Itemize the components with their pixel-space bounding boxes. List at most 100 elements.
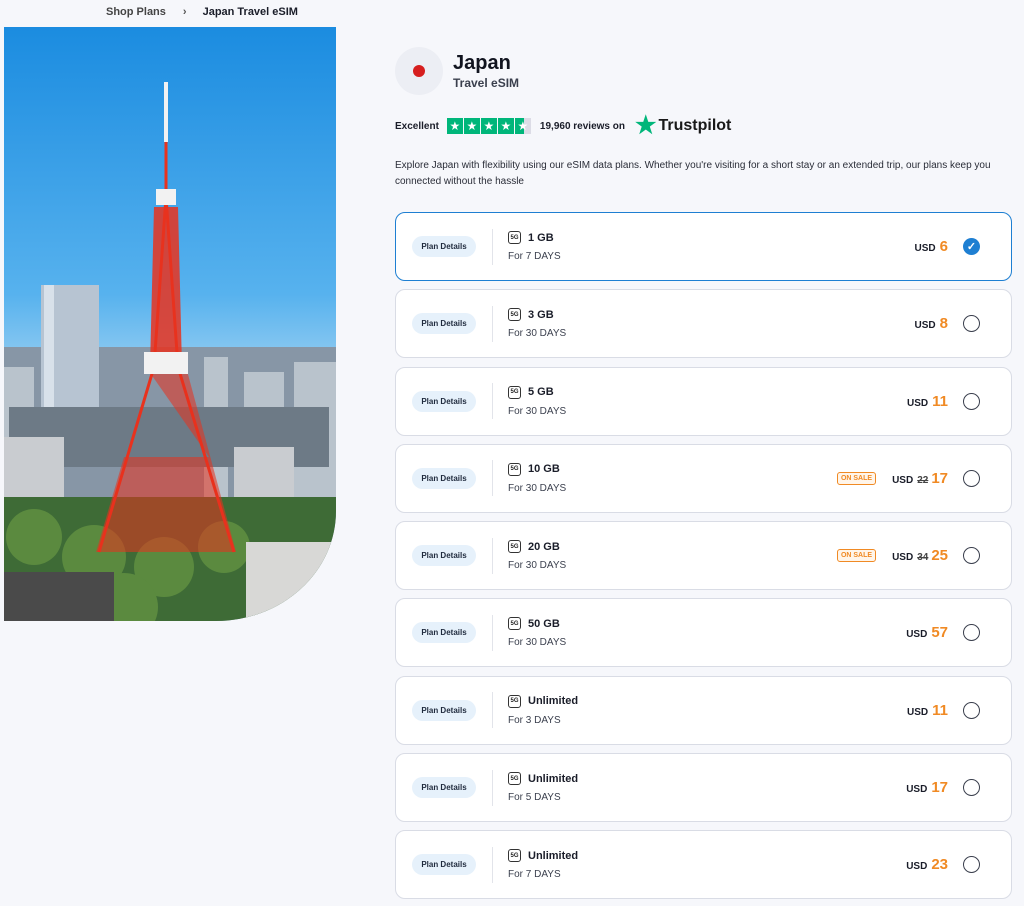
rating-stars: ★ ★ ★ ★ ★: [446, 118, 532, 134]
plan-description: Explore Japan with flexibility using our…: [395, 160, 991, 187]
page-title: Japan: [453, 52, 511, 74]
plan-duration: For 3 DAYS: [508, 714, 561, 726]
plan-list: Plan Details 5G 1 GB For 7 DAYS USD 6 ✓ Plan De…: [395, 212, 1013, 906]
star-icon: ★: [497, 118, 514, 134]
divider: [492, 692, 493, 729]
check-icon[interactable]: ✓: [963, 238, 980, 255]
plan-data-amount: 10 GB: [528, 463, 560, 476]
plan-card[interactable]: Plan Details 5G Unlimited For 5 DAYS USD 17: [395, 753, 1012, 823]
plan-data-amount: Unlimited: [528, 695, 579, 708]
plan-details-button[interactable]: Plan Details: [412, 313, 476, 335]
price-amount: 11: [932, 701, 948, 719]
plan-card[interactable]: Plan Details 5G 20 GB For 30 DAYS ON SALE USD…: [395, 521, 1012, 591]
star-icon: ★: [446, 118, 463, 134]
plan-card[interactable]: Plan Details 5G 10 GB For 30 DAYS ON SALE USD…: [395, 443, 1012, 513]
plan-price: USD 57: [906, 624, 948, 641]
plan-card[interactable]: Plan Details 5G 50 GB For 30 DAYS USD 57: [395, 598, 1012, 668]
plan-details-button[interactable]: Plan Details: [412, 545, 476, 567]
breadcrumb-current: Japan Travel eSIM: [202, 6, 298, 18]
plan-radio[interactable]: [963, 856, 980, 874]
plan-details-button[interactable]: Plan Details: [412, 467, 476, 489]
divider: [492, 228, 493, 265]
price-amount: 6: [939, 238, 948, 255]
price-currency: USD: [907, 706, 929, 718]
plan-data-amount: 5 GB: [528, 386, 554, 399]
plan-price: USD 6: [915, 238, 948, 255]
price-currency: USD: [914, 320, 936, 332]
plan-data-amount: Unlimited: [528, 772, 579, 785]
rating-label: Excellent: [395, 120, 439, 132]
plan-price: USD 11: [907, 393, 948, 410]
plan-card[interactable]: Plan Details 5G 5 GB For 30 DAYS USD 11: [395, 366, 1012, 436]
on-sale-badge: ON SALE: [836, 471, 877, 485]
plan-radio[interactable]: [963, 469, 980, 487]
plan-radio[interactable]: [963, 392, 980, 410]
plan-duration: For 30 DAYS: [508, 637, 567, 649]
plan-card[interactable]: Plan Details 5G 1 GB For 7 DAYS USD 6 ✓: [395, 212, 1012, 281]
plan-radio[interactable]: [963, 779, 980, 797]
plan-data-amount: 3 GB: [528, 308, 554, 321]
plan-duration: For 30 DAYS: [508, 405, 567, 417]
plan-details-button[interactable]: Plan Details: [412, 236, 476, 257]
plan-duration: For 7 DAYS: [508, 251, 561, 262]
plan-duration: For 5 DAYS: [508, 792, 561, 804]
japan-flag-icon: [395, 47, 443, 95]
trustpilot-brand: Trustpilot: [658, 117, 732, 134]
divider: [492, 305, 493, 342]
plan-radio[interactable]: [963, 315, 980, 333]
price-currency: USD: [907, 397, 929, 409]
divider: [492, 460, 493, 497]
divider: [492, 614, 493, 651]
plan-data-amount: Unlimited: [528, 849, 579, 862]
5g-icon: 5G: [508, 540, 521, 554]
original-price: 34: [917, 552, 929, 564]
price-amount: 57: [931, 624, 948, 642]
plan-data-amount: 50 GB: [528, 617, 560, 630]
plan-duration: For 30 DAYS: [508, 560, 567, 572]
price-amount: 11: [932, 392, 948, 410]
plan-data-amount: 1 GB: [528, 231, 554, 244]
on-sale-badge: ON SALE: [836, 549, 877, 563]
plan-duration: For 30 DAYS: [508, 328, 567, 340]
review-count: 19,960 reviews on: [539, 120, 625, 132]
5g-icon: 5G: [508, 617, 521, 631]
plan-duration: For 30 DAYS: [508, 482, 567, 494]
price-amount: 25: [931, 547, 948, 565]
divider: [492, 537, 493, 574]
price-amount: 17: [931, 469, 948, 487]
plan-details-button[interactable]: Plan Details: [412, 699, 476, 721]
plan-radio[interactable]: [963, 547, 980, 565]
price-amount: 23: [931, 856, 948, 874]
price-currency: USD: [906, 629, 928, 641]
plan-data-amount: 20 GB: [528, 540, 560, 553]
trustpilot-link[interactable]: ★ Trustpilot: [635, 114, 731, 138]
divider: [492, 846, 493, 883]
plan-card[interactable]: Plan Details 5G Unlimited For 7 DAYS USD 23: [395, 830, 1012, 900]
5g-icon: 5G: [508, 694, 521, 708]
plan-card[interactable]: Plan Details 5G Unlimited For 3 DAYS USD 11: [395, 675, 1012, 745]
breadcrumb-shop-plans[interactable]: Shop Plans: [106, 6, 166, 18]
price-amount: 17: [931, 779, 948, 797]
tokyo-tower-image: [4, 27, 336, 621]
plan-price: USD 22 17: [892, 470, 948, 487]
price-currency: USD: [892, 474, 914, 486]
country-header: Japan Travel eSIM: [395, 47, 519, 95]
price-currency: USD: [906, 861, 928, 873]
plan-duration: For 7 DAYS: [508, 869, 561, 881]
divider: [492, 383, 493, 420]
plan-details-button[interactable]: Plan Details: [412, 622, 476, 644]
plan-card[interactable]: Plan Details 5G 3 GB For 30 DAYS USD 8: [395, 289, 1012, 359]
breadcrumb-separator: ›: [182, 6, 187, 18]
plan-details-button[interactable]: Plan Details: [412, 777, 476, 799]
5g-icon: 5G: [508, 231, 521, 244]
trustpilot-rating: Excellent ★ ★ ★ ★ ★ 19,960 reviews on ★ …: [395, 114, 731, 138]
plan-radio[interactable]: [963, 701, 980, 719]
divider: [492, 769, 493, 806]
plan-details-button[interactable]: Plan Details: [412, 854, 476, 876]
price-currency: USD: [914, 243, 936, 254]
trustpilot-star-icon: ★: [634, 112, 657, 139]
plan-radio[interactable]: [963, 624, 980, 642]
plan-details-button[interactable]: Plan Details: [412, 390, 476, 412]
5g-icon: 5G: [508, 308, 521, 322]
page-subtitle: Travel eSIM: [453, 76, 520, 90]
